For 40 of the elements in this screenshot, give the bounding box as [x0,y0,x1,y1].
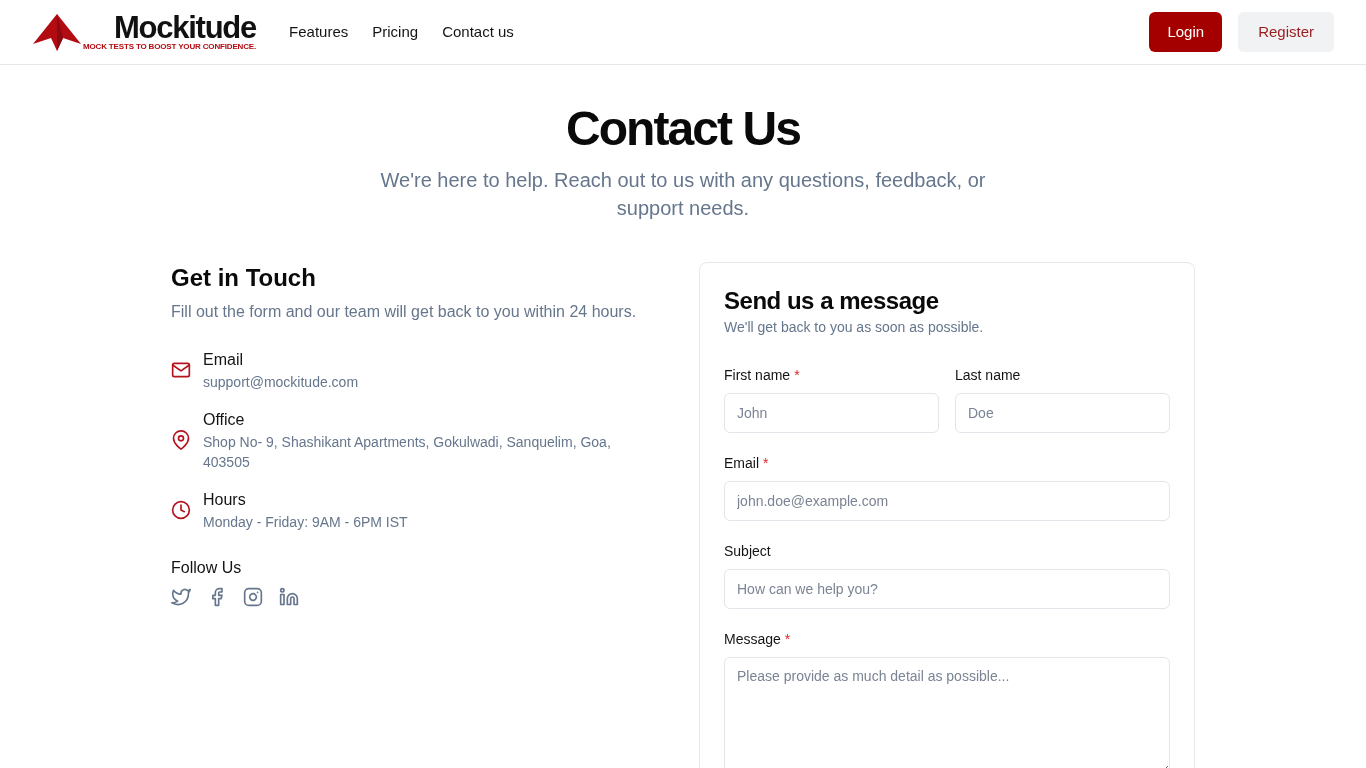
nav-link[interactable]: Pricing [372,20,419,44]
contact-label: Hours [203,490,247,510]
input-field[interactable]: John [724,393,939,433]
form-subtitle: We'll get back to you as soon as possible. [724,318,985,337]
map-pin-icon [171,430,191,450]
message-textarea[interactable]: Please provide as much detail as possible... [724,657,1170,768]
instagram-icon[interactable] [243,587,263,607]
section-description: Fill out the form and our team will get back to you within 24 hours. [171,302,638,322]
nav-link[interactable]: Features [289,20,349,44]
input-field[interactable]: How can we help you? [724,569,1170,609]
linkedin-icon[interactable] [279,587,299,607]
nav-link[interactable]: Contact us [442,20,514,44]
contact-value: Monday - Friday: 9AM - 6PM IST [203,513,408,532]
contact-value: support@mockitude.com [203,373,359,392]
follow-heading: Follow Us [171,558,243,578]
required-asterisk: * [763,454,769,473]
page-subtitle: We're here to help. Reach out to us with any questions, feedback, or support needs. [379,168,987,221]
logo-wordmark: Mockitude [113,12,257,42]
register-button[interactable]: Register [1238,12,1334,52]
twitter-icon[interactable] [171,587,191,607]
login-button[interactable]: Login [1149,12,1223,52]
clock-icon [171,500,191,520]
field-label: Subject [724,542,771,561]
contact-value: Shop No- 9, Shashikant Apartments, Gokulwadi, Sanquelim, Goa, 403505 [203,433,612,472]
field-label: Email [724,454,759,473]
field-label: Message [724,630,781,649]
logo-tagline: MOCK TESTS TO BOOST YOUR CONFIDENCE. [83,41,257,52]
field-label: Last name [955,366,1021,385]
contact-label: Email [203,350,244,370]
required-asterisk: * [784,630,791,649]
required-asterisk: * [794,366,800,385]
mail-icon [171,360,191,380]
logo-icon [33,13,81,51]
input-field[interactable]: Doe [955,393,1170,433]
page-title: Contact Us [565,105,801,153]
field-label: First name [724,366,791,385]
input-field[interactable]: john.doe@example.com [724,481,1170,521]
contact-label: Office [203,410,246,430]
section-heading: Get in Touch [171,263,317,293]
form-heading: Send us a message [724,287,940,315]
